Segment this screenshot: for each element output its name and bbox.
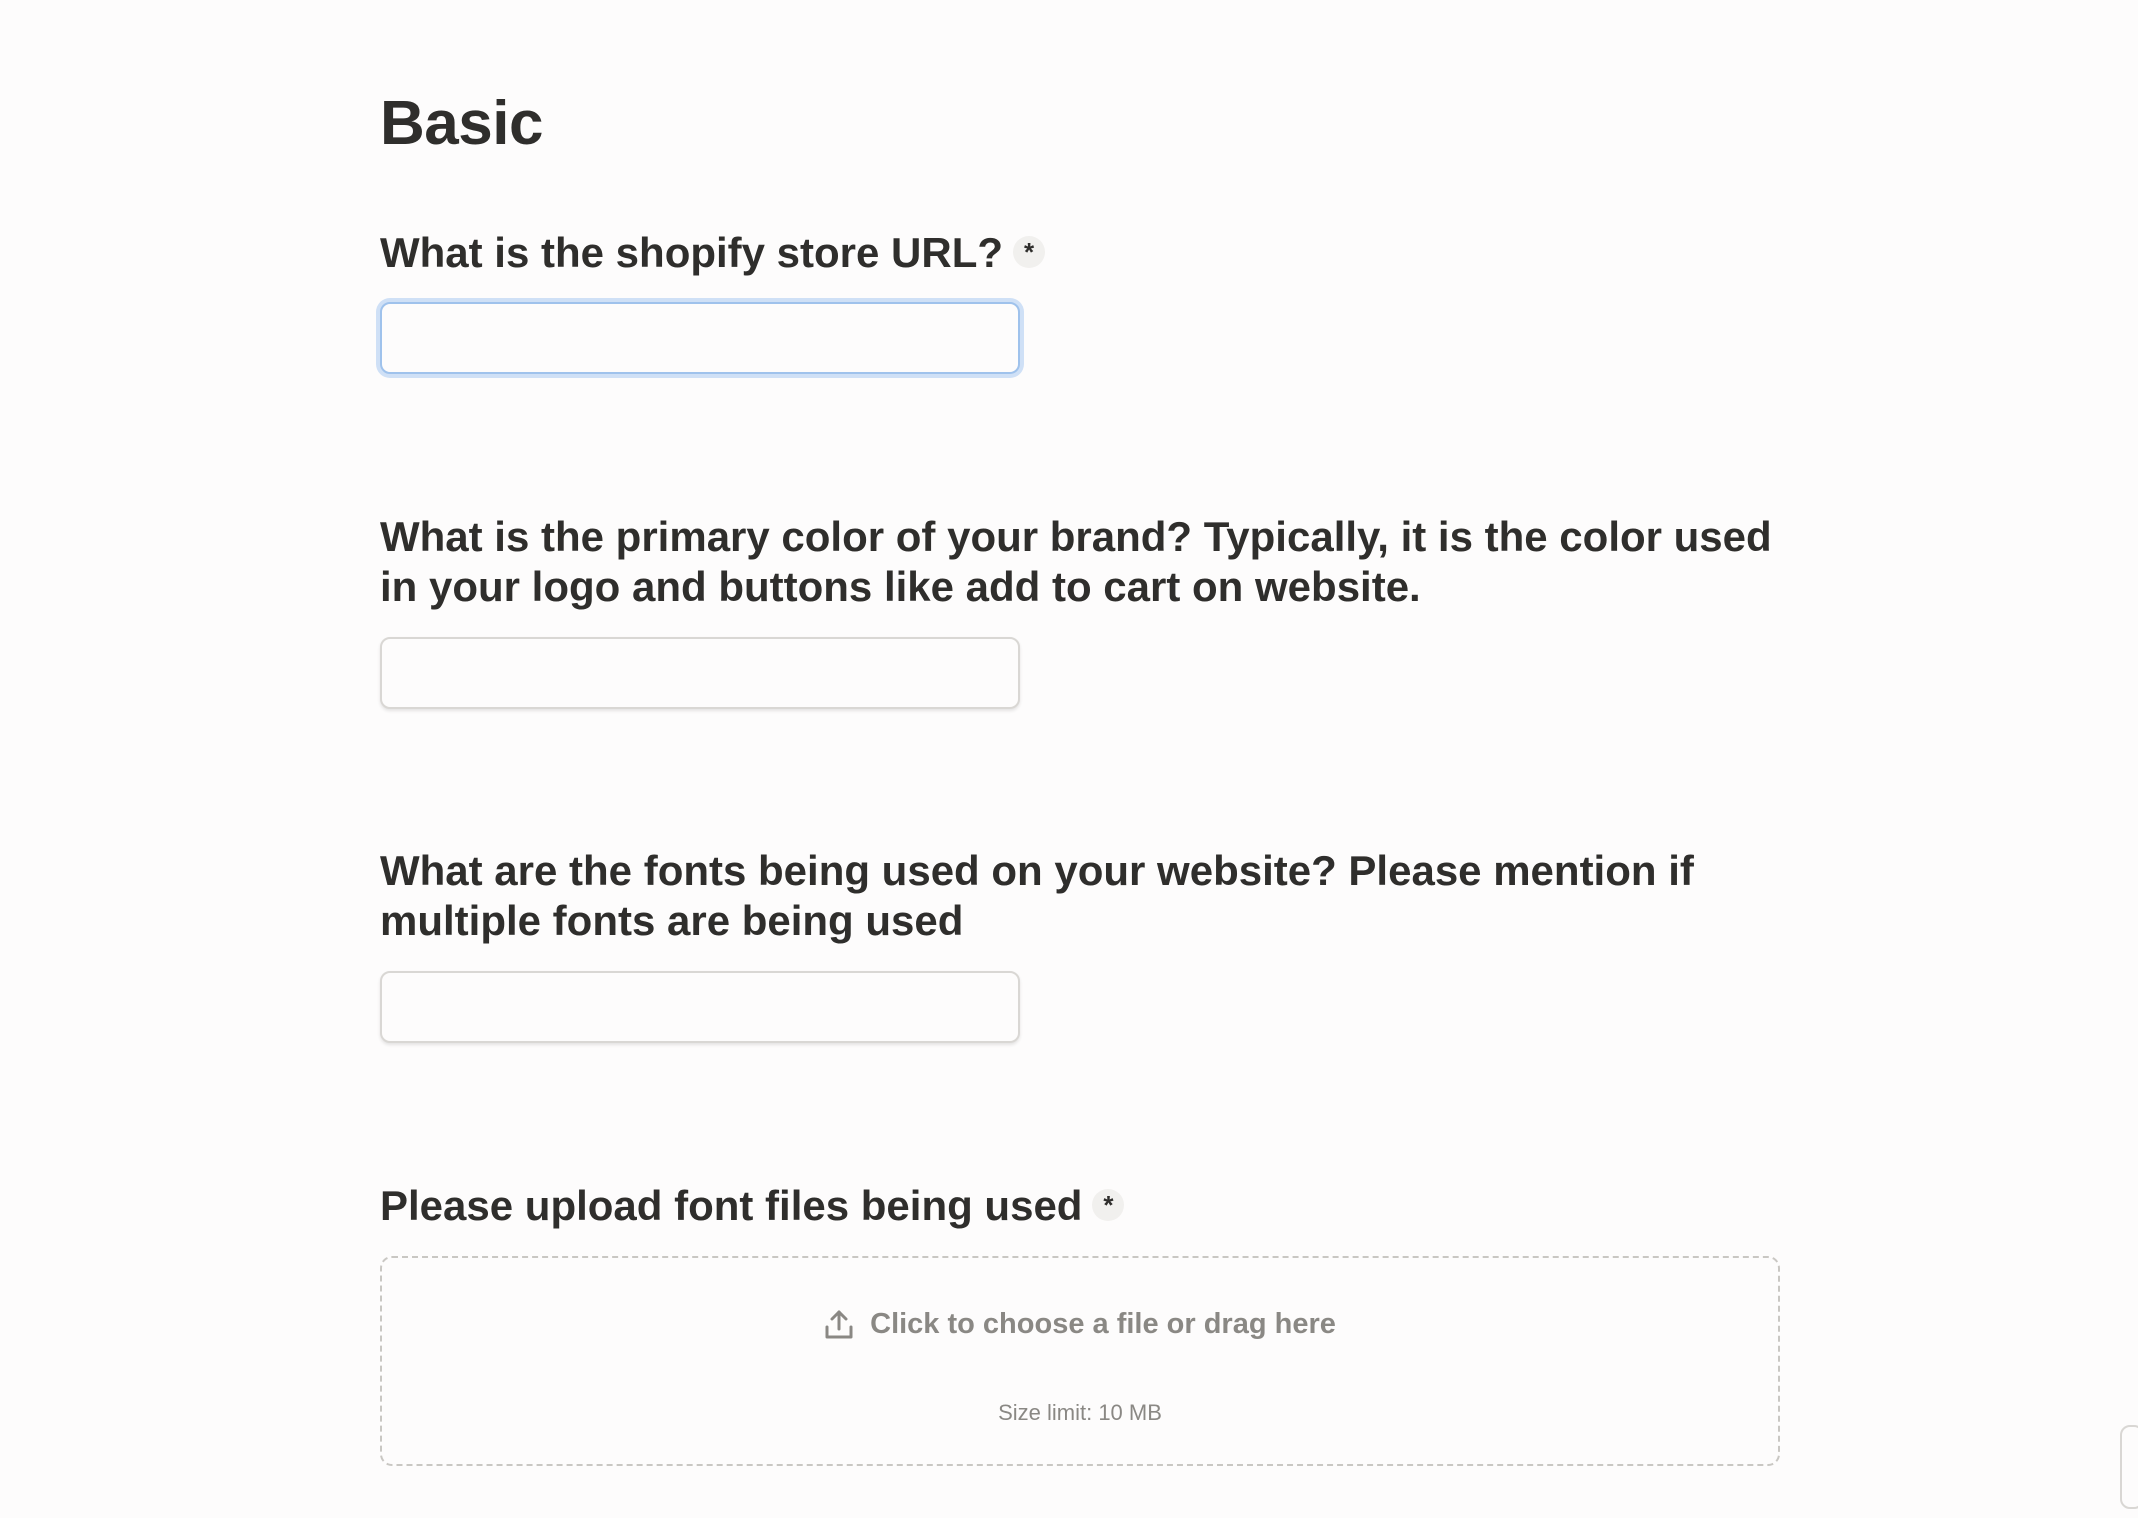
required-badge: * [1092,1188,1125,1221]
question-font-files: Please upload font files being used * [380,1181,1780,1231]
fonts-input[interactable] [380,971,1020,1043]
question-primary-color: What is the primary color of your brand?… [380,512,1780,612]
question-fonts: What are the fonts being used on your we… [380,846,1780,946]
required-badge: * [1013,235,1046,268]
question-label-text: Please upload font files being used [380,1182,1083,1229]
question-store-url: What is the shopify store URL? * [380,228,1780,278]
form-page: Basic What is the shopify store URL? * Wh… [0,0,2138,1518]
question-label: What is the shopify store URL? * [380,228,1780,278]
question-label-text: What is the shopify store URL? [380,229,1004,276]
question-label: What are the fonts being used on your we… [380,847,1694,944]
size-limit-text: Size limit: 10 MB [998,1400,1162,1425]
question-label: What is the primary color of your brand?… [380,513,1772,610]
upload-prompt-text: Click to choose a file or drag here [870,1308,1336,1340]
upload-prompt-row: Click to choose a file or drag here [382,1308,1778,1341]
page-title: Basic [380,89,543,158]
primary-color-input[interactable] [380,637,1020,709]
upload-icon [824,1309,854,1341]
scrollbar-handle[interactable] [2120,1425,2138,1509]
question-label: Please upload font files being used * [380,1181,1780,1231]
store-url-input[interactable] [380,302,1020,374]
file-upload-dropzone[interactable]: Click to choose a file or drag here Size… [380,1256,1780,1466]
